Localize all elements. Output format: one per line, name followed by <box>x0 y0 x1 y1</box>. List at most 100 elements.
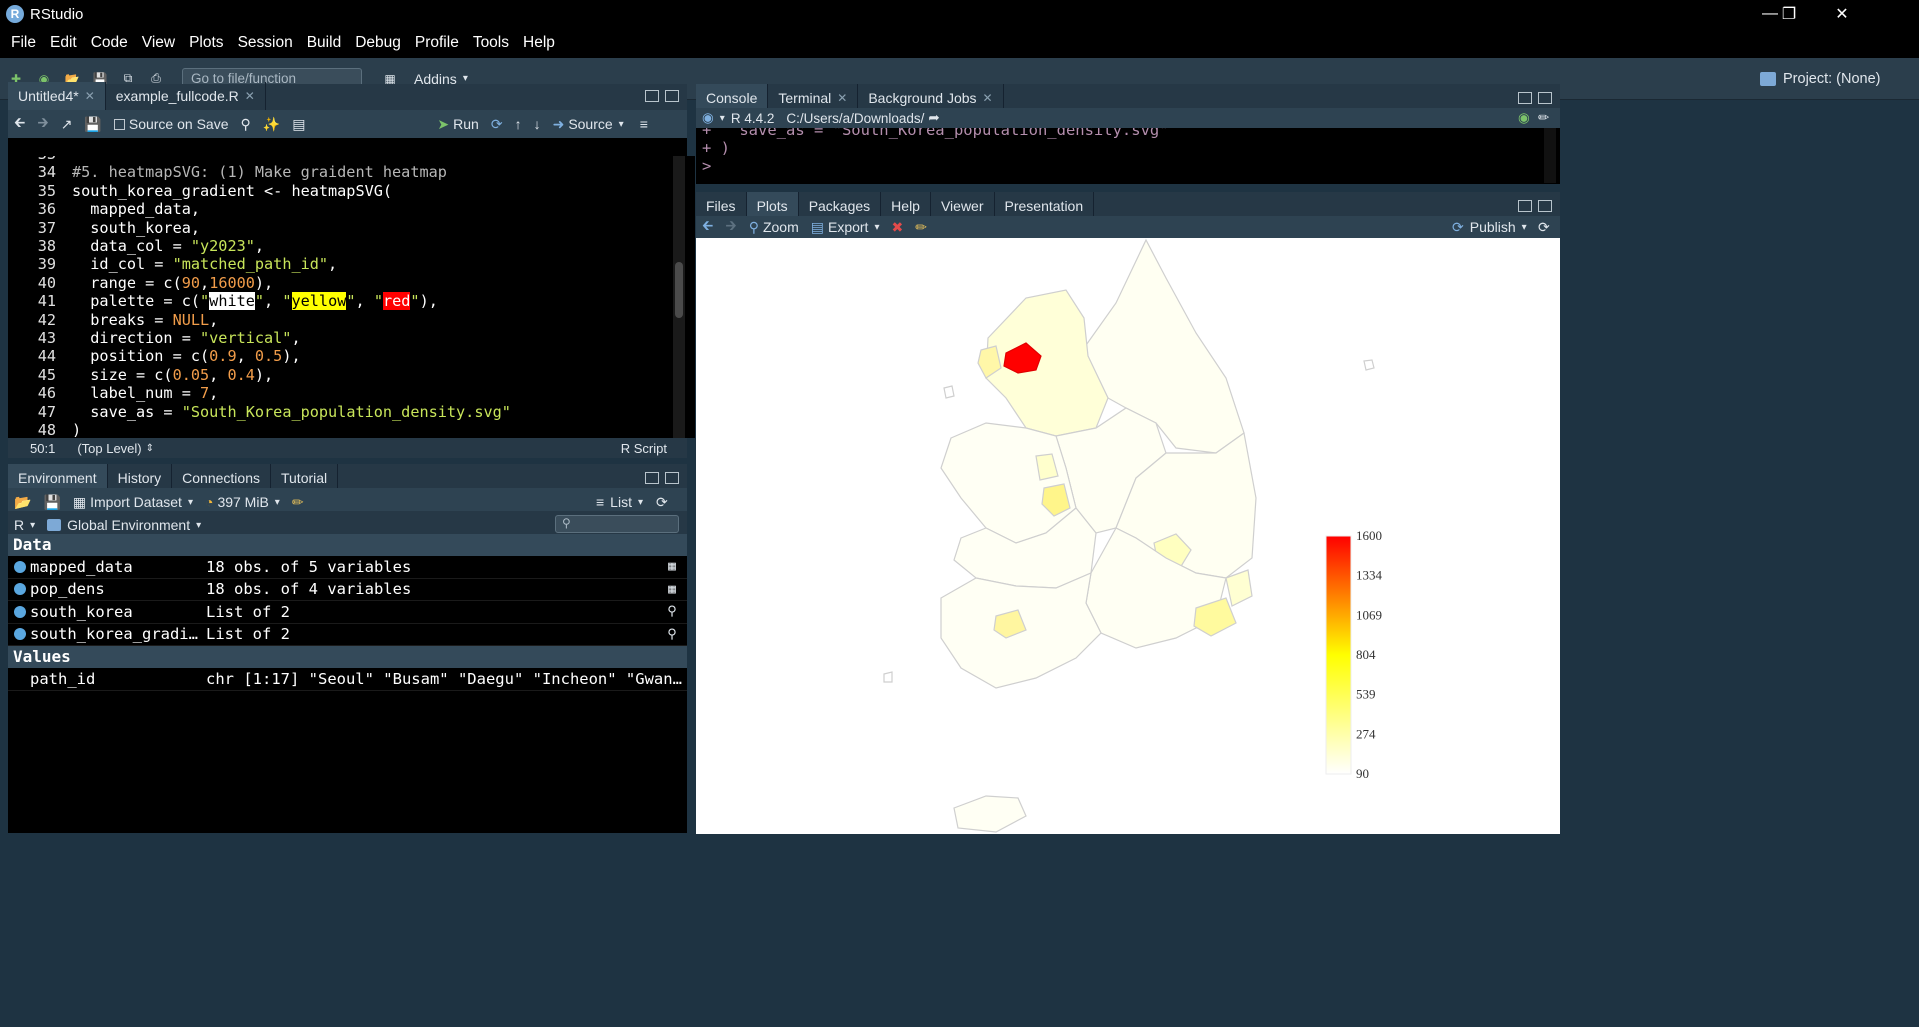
maximize-pane-icon[interactable] <box>665 90 679 102</box>
tab-untitled4[interactable]: Untitled4* ✕ <box>8 82 106 110</box>
clear-plots-broom-icon[interactable]: ✏ <box>915 219 927 236</box>
search-icon[interactable]: ⚲ <box>657 604 687 619</box>
environment-row[interactable]: south_korea List of 2 ⚲ <box>8 601 687 624</box>
save-workspace-icon[interactable]: 💾 <box>43 494 60 511</box>
menu-tools[interactable]: Tools <box>473 34 509 52</box>
expand-icon[interactable] <box>14 560 26 573</box>
previous-plot-icon[interactable]: 🡰 <box>702 215 713 239</box>
remove-plot-icon[interactable]: ✖ <box>891 219 903 236</box>
language-selector[interactable]: R ▾ <box>14 517 35 533</box>
export-button[interactable]: ▤ Export ▾ <box>811 219 880 236</box>
publish-button[interactable]: ⟳ Publish ▾ <box>1452 219 1527 236</box>
code-line[interactable]: 35 south_korea_gradient <- heatmapSVG( <box>8 182 668 200</box>
editor-scrollbar[interactable] <box>673 156 685 438</box>
import-dataset-button[interactable]: ▦ Import Dataset ▾ <box>73 494 193 511</box>
table-icon[interactable]: ▦ <box>657 582 687 597</box>
go-to-directory-icon[interactable]: ➦ <box>928 110 939 126</box>
zoom-button[interactable]: ⚲ Zoom <box>749 219 799 236</box>
maximize-pane-icon[interactable] <box>1538 200 1552 212</box>
menu-file[interactable]: File <box>11 34 36 52</box>
menu-profile[interactable]: Profile <box>415 34 459 52</box>
project-menu[interactable]: Project: (None) <box>1783 71 1881 87</box>
outline-icon[interactable]: ≡ <box>640 116 648 132</box>
code-line[interactable]: 44 position = c(0.9, 0.5), <box>8 347 668 365</box>
menu-session[interactable]: Session <box>238 34 293 52</box>
minimize-pane-icon[interactable] <box>645 90 659 102</box>
minimize-pane-icon[interactable] <box>645 472 659 484</box>
menu-plots[interactable]: Plots <box>189 34 223 52</box>
forward-icon[interactable]: 🡲 <box>37 112 48 136</box>
table-icon[interactable]: ▦ <box>657 559 687 574</box>
compile-report-icon[interactable]: ▤ <box>292 116 305 133</box>
code-line[interactable]: 47 save_as = "South_Korea_population_den… <box>8 403 668 421</box>
show-in-window-icon[interactable]: ↗ <box>61 116 73 133</box>
maximize-pane-icon[interactable] <box>665 472 679 484</box>
code-line[interactable]: 36 mapped_data, <box>8 200 668 218</box>
rerun-icon[interactable]: ⟳ <box>491 116 503 133</box>
menu-help[interactable]: Help <box>523 34 555 52</box>
load-workspace-icon[interactable]: 📂 <box>14 494 31 511</box>
refresh-icon[interactable]: ⟳ <box>656 494 668 511</box>
project-icon <box>1760 71 1776 86</box>
code-line[interactable]: 39 id_col = "matched_path_id", <box>8 255 668 273</box>
stop-icon[interactable]: ◉ <box>1518 110 1530 126</box>
environment-search-input[interactable]: ⚲ <box>555 515 679 533</box>
minimize-pane-icon[interactable] <box>1518 92 1532 104</box>
refresh-icon[interactable]: ⟳ <box>1538 219 1550 236</box>
code-tools-icon[interactable]: ✨ <box>263 116 280 133</box>
clear-workspace-broom-icon[interactable]: ✏ <box>292 494 304 511</box>
expand-icon[interactable] <box>14 605 26 618</box>
menu-debug[interactable]: Debug <box>355 34 401 52</box>
scope-selector[interactable]: (Top Level) <box>77 441 141 456</box>
menu-view[interactable]: View <box>142 34 175 52</box>
close-tab-icon[interactable]: ✕ <box>983 91 993 105</box>
scope-selector[interactable]: Global Environment ▾ <box>47 517 201 533</box>
environment-row[interactable]: south_korea_gradi… List of 2 ⚲ <box>8 624 687 646</box>
code-line[interactable]: 41 palette = c("white", "yellow", "red")… <box>8 292 668 311</box>
editor-scroll-thumb[interactable] <box>675 262 683 318</box>
memory-usage-button[interactable]: ◔ 397 MiB ▾ <box>205 494 280 510</box>
environment-row[interactable]: path_id chr [1:17] "Seoul" "Busam" "Daegu… <box>8 668 687 691</box>
code-line[interactable]: 46 label_num = 7, <box>8 384 668 402</box>
save-icon[interactable]: 💾 <box>84 116 101 133</box>
menu-code[interactable]: Code <box>91 34 128 52</box>
menu-build[interactable]: Build <box>307 34 341 52</box>
back-icon[interactable]: 🡰 <box>14 112 25 136</box>
search-icon[interactable]: ⚲ <box>657 627 687 642</box>
console-scrollbar[interactable] <box>1544 128 1556 183</box>
minimize-pane-icon[interactable] <box>1518 200 1532 212</box>
list-view-button[interactable]: ≡ List ▾ <box>596 494 643 510</box>
code-line[interactable]: 45 size = c(0.05, 0.4), <box>8 366 668 384</box>
maximize-pane-icon[interactable] <box>1538 92 1552 104</box>
source-button[interactable]: ➜ Source ▾ <box>553 116 624 133</box>
close-tab-icon[interactable]: ✕ <box>837 91 847 105</box>
clear-console-broom-icon[interactable]: ✏ <box>1538 110 1549 126</box>
code-line[interactable]: 43 direction = "vertical", <box>8 329 668 347</box>
restore-icon[interactable]: ❐ <box>1766 0 1812 28</box>
search-icon[interactable]: ⚲ <box>240 116 250 133</box>
expand-icon[interactable] <box>14 628 26 641</box>
expand-icon[interactable] <box>14 583 26 596</box>
tab-example-fullcode-r[interactable]: example_fullcode.R ✕ <box>106 82 266 110</box>
code-line[interactable]: 42 breaks = NULL, <box>8 311 668 329</box>
environment-row[interactable]: mapped_data 18 obs. of 5 variables ▦ <box>8 556 687 579</box>
next-plot-icon[interactable]: 🡲 <box>725 215 736 239</box>
run-button[interactable]: ➤ Run <box>437 116 478 133</box>
code-line[interactable]: 40 range = c(90,16000), <box>8 274 668 292</box>
up-arrow-icon[interactable]: ↑ <box>515 116 522 132</box>
code-line[interactable]: 34 #5. heatmapSVG: (1) Make graident heat… <box>8 163 668 181</box>
code-line[interactable]: 37 south_korea, <box>8 219 668 237</box>
console-output[interactable]: + save_as = "South_Korea_population_dens… <box>696 128 1544 183</box>
close-icon[interactable]: ✕ <box>1812 0 1872 28</box>
code-editor[interactable]: 3334 #5. heatmapSVG: (1) Make graident he… <box>8 156 695 438</box>
filetype-selector[interactable]: R Script <box>621 441 667 456</box>
code-line[interactable]: 38 data_col = "y2023", <box>8 237 668 255</box>
down-arrow-icon[interactable]: ↓ <box>534 116 541 132</box>
source-on-save-checkbox[interactable]: Source on Save <box>113 116 228 132</box>
menu-edit[interactable]: Edit <box>50 34 77 52</box>
environment-row[interactable]: pop_dens 18 obs. of 4 variables ▦ <box>8 579 687 601</box>
code-line[interactable]: 48) <box>8 421 668 438</box>
code-line[interactable]: 33 <box>8 156 668 163</box>
close-tab-icon[interactable]: ✕ <box>245 89 255 103</box>
close-tab-icon[interactable]: ✕ <box>85 89 95 103</box>
